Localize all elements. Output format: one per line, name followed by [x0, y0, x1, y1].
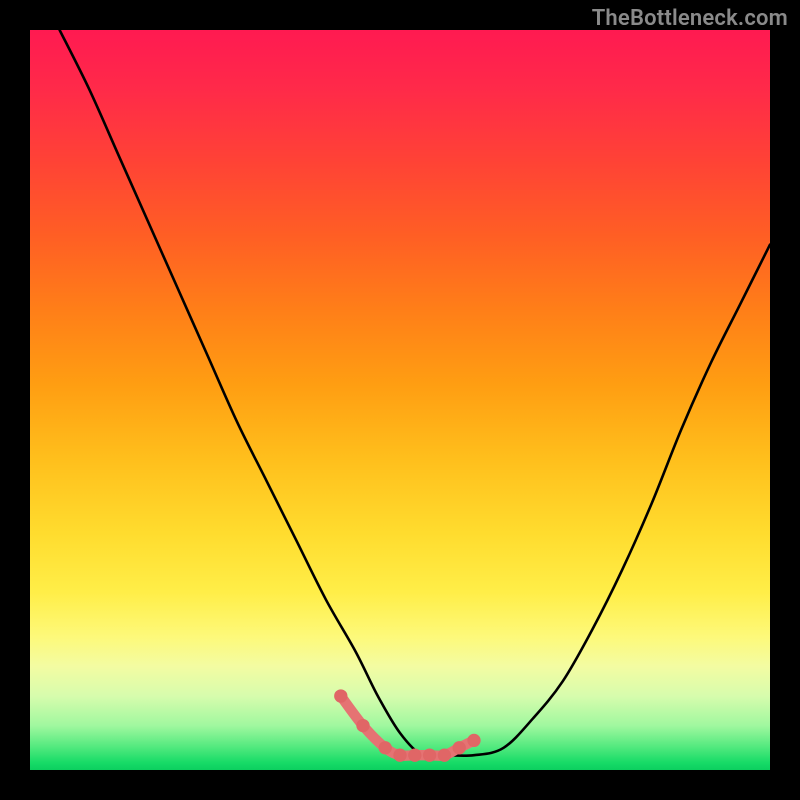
watermark: TheBottleneck.com	[592, 6, 788, 31]
curve-line	[60, 30, 770, 757]
highlight-dot	[453, 741, 466, 754]
chart-svg	[30, 30, 770, 770]
highlight-dot	[467, 734, 480, 747]
highlight-dot	[438, 749, 451, 762]
highlight-dot	[393, 749, 406, 762]
chart-stage: TheBottleneck.com	[0, 0, 800, 800]
highlight-dot	[334, 689, 347, 702]
highlight-dot	[408, 749, 421, 762]
highlight-dot	[423, 749, 436, 762]
highlight-dot	[356, 719, 369, 732]
highlight-dot	[379, 741, 392, 754]
